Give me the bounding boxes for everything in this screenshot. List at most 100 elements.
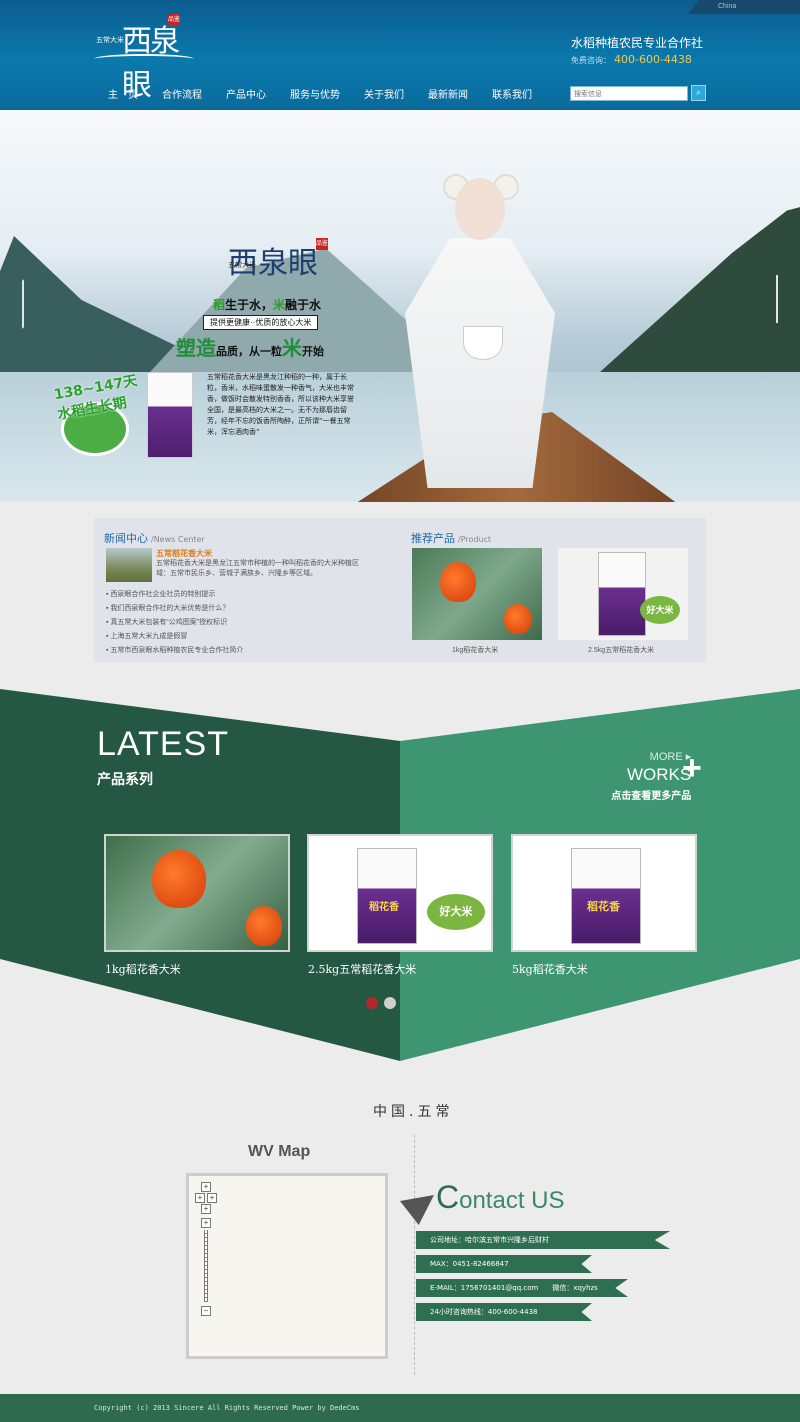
- slogan-shape: 塑造: [176, 336, 216, 360]
- product-caption-2[interactable]: 2.5kg五常稻花香大米: [308, 961, 416, 977]
- contact-section: 中国.五常 WV Map + + + + + − Contact US 公司地址…: [0, 1061, 800, 1394]
- nav-contact[interactable]: 联系我们: [492, 86, 532, 101]
- slogan-text-2: 融于水: [285, 298, 322, 312]
- contact-us-title: Contact US: [436, 1179, 565, 1216]
- rice-bag-image: [147, 372, 193, 458]
- coop-name: 水稻种植农民专业合作社: [571, 36, 704, 50]
- good-rice-label: 好大米: [640, 596, 680, 624]
- carousel-dot[interactable]: [384, 997, 396, 1009]
- banner-description: 五常稻花香大米是黑龙江种稻的一种，属于长粒，香米，水稻味蛋散发一种香气，大米也丰…: [207, 373, 354, 436]
- latest-products-section: LATEST 产品系列 MORE ▸ WORKS 点击查看更多产品 + 稻花香 …: [0, 689, 800, 1061]
- nav-services[interactable]: 服务与优势: [290, 86, 340, 101]
- carousel-dot-active[interactable]: [366, 997, 378, 1009]
- email-ribbon: E-MAIL：1756701401@qq.com 微信：xqyhzs: [416, 1279, 628, 1297]
- logo-swoosh: [94, 54, 194, 64]
- recommend-heading[interactable]: 推荐产品/Product: [411, 530, 491, 546]
- news-item[interactable]: ▪ 我们西泉眼合作社的大米优势是什么？: [106, 602, 243, 616]
- main-nav: 主 页 合作流程 产品中心 服务与优势 关于我们 最新新闻 联系我们: [108, 86, 556, 101]
- location-title: 中国.五常: [373, 1104, 454, 1120]
- zoom-out-icon[interactable]: −: [201, 1306, 211, 1316]
- hero-banner: 西泉眼 五常大米 品鉴 稻生于水，米融于水 提供更健康··优质的放心大米 塑造品…: [0, 110, 800, 502]
- product-card-3[interactable]: 稻花香: [511, 834, 697, 952]
- product-caption-1[interactable]: 1kg稻花香大米: [105, 961, 181, 977]
- copyright-text: Copyright (c) 2013 Sincere All Rights Re…: [94, 1404, 360, 1412]
- news-list: ▪ 西泉眼合作社企业社员的特别提示 ▪ 我们西泉眼合作社的大米优势是什么？ ▪ …: [106, 588, 243, 658]
- next-slide-arrow-icon[interactable]: [764, 275, 778, 323]
- contact-title-us: US: [531, 1187, 565, 1214]
- china-tag: China: [688, 0, 800, 14]
- lantern-flower: [246, 906, 282, 946]
- more-text: MORE: [649, 751, 683, 763]
- rice-bowl: [463, 326, 503, 360]
- recommend-product-image-2[interactable]: 好大米: [558, 548, 688, 640]
- search-input[interactable]: 搜索信息: [570, 86, 688, 101]
- zoom-slider[interactable]: [204, 1230, 208, 1302]
- good-rice-label: 好大米: [427, 894, 485, 930]
- product-card-2[interactable]: 稻花香 好大米: [307, 834, 493, 952]
- nav-products[interactable]: 产品中心: [226, 86, 266, 101]
- growth-period-badge: 138~147天水稻生长期: [53, 373, 150, 456]
- plus-icon[interactable]: +: [682, 751, 702, 785]
- zoom-in-icon[interactable]: +: [201, 1218, 211, 1228]
- rice-bag: [571, 848, 641, 944]
- recommend-title: 推荐产品: [411, 532, 455, 545]
- product-card-1[interactable]: [104, 834, 290, 952]
- hotline-ribbon: 24小时咨询热线：400-600-4438: [416, 1303, 592, 1321]
- search-icon: ⌕: [696, 88, 701, 97]
- news-heading[interactable]: 新闻中心/News Center: [104, 530, 205, 546]
- slogan-quality-text: 品质，从一粒: [216, 345, 282, 358]
- nav-process[interactable]: 合作流程: [162, 86, 202, 101]
- slogan-healthy: 提供更健康··优质的放心大米: [203, 315, 319, 330]
- logo-small-text: 五常大米: [96, 36, 124, 44]
- logo-seal: 品鉴: [168, 14, 180, 26]
- rice-bag: [598, 552, 646, 636]
- news-item-text: 上海五常大米九成是假冒: [110, 633, 188, 640]
- product-caption-3[interactable]: 5kg稻花香大米: [512, 961, 588, 977]
- slogan-water: 稻生于水，米融于水: [213, 296, 321, 313]
- latest-subtitle: 产品系列: [97, 772, 153, 788]
- badge-text: 138~147天水稻生长期: [52, 372, 139, 423]
- pan-right-icon[interactable]: +: [207, 1193, 217, 1203]
- recommend-product-image-1[interactable]: [412, 548, 542, 640]
- site-logo[interactable]: 五常大米 西泉眼 品鉴: [94, 12, 204, 103]
- slogan-quality: 塑造品质，从一粒米开始: [176, 332, 324, 361]
- contact-title-rest: ontact: [459, 1187, 525, 1214]
- banner-logo-small: 五常大米: [228, 261, 256, 269]
- nav-about[interactable]: 关于我们: [364, 86, 404, 101]
- nav-news[interactable]: 最新新闻: [428, 86, 468, 101]
- news-item[interactable]: ▪ 五常市西泉眼水稻种植农民专业合作社简介: [106, 644, 243, 658]
- site-footer: Copyright (c) 2013 Sincere All Rights Re…: [0, 1394, 800, 1422]
- bag-brand: 稻花香: [369, 902, 399, 913]
- nav-home[interactable]: 主 页: [108, 86, 138, 101]
- pointer-triangle: [400, 1195, 434, 1225]
- search-button[interactable]: ⌕: [691, 85, 706, 101]
- news-item-text: 西泉眼合作社企业社员的特别提示: [110, 591, 216, 598]
- slogan-rice-big: 米: [282, 336, 302, 360]
- model-image: [385, 168, 575, 488]
- news-item[interactable]: ▪ 西泉眼合作社企业社员的特别提示: [106, 588, 243, 602]
- recommend-caption-2[interactable]: 2.5kg五常稻花香大米: [588, 645, 654, 655]
- hotline: 免费咨询： 400-600-4438: [571, 53, 692, 66]
- recommend-caption-1[interactable]: 1kg稻花香大米: [452, 645, 498, 655]
- more-desc: 点击查看更多产品: [611, 791, 692, 802]
- map-widget[interactable]: + + + + + −: [186, 1173, 388, 1359]
- news-title-en: /News Center: [151, 535, 205, 544]
- news-title: 新闻中心: [104, 532, 148, 545]
- news-item-text: 五常市西泉眼水稻种植农民专业合作社简介: [110, 647, 244, 654]
- featured-news-title[interactable]: 五常稻花香大米: [156, 548, 212, 559]
- hotline-label: 免费咨询：: [571, 56, 611, 65]
- recommend-title-en: /Product: [458, 535, 492, 544]
- address-ribbon: 公司地址：哈尔滨五常市兴隆乡后财村: [416, 1231, 670, 1249]
- banner-logo-seal: 品鉴: [316, 238, 328, 250]
- slogan-text-1: 生于水，: [225, 298, 274, 312]
- pan-down-icon[interactable]: +: [201, 1204, 211, 1214]
- news-item[interactable]: ▪ 上海五常大米九成是假冒: [106, 630, 243, 644]
- pan-left-icon[interactable]: +: [195, 1193, 205, 1203]
- news-thumbnail[interactable]: [106, 548, 152, 582]
- pan-up-icon[interactable]: +: [201, 1182, 211, 1192]
- divider: [414, 1135, 415, 1375]
- news-item[interactable]: ▪ 真五常大米包装有“公鸡图案”授权标识: [106, 616, 243, 630]
- site-header: China 五常大米 西泉眼 品鉴 水稻种植农民专业合作社 免费咨询： 400-6…: [0, 0, 800, 110]
- featured-news-desc: 五常稻花香大米是黑龙江五常市种植的一种叫稻花香的大米种植区域：五常市民乐乡、营城…: [156, 560, 359, 577]
- news-item-text: 真五常大米包装有“公鸡图案”授权标识: [110, 619, 228, 626]
